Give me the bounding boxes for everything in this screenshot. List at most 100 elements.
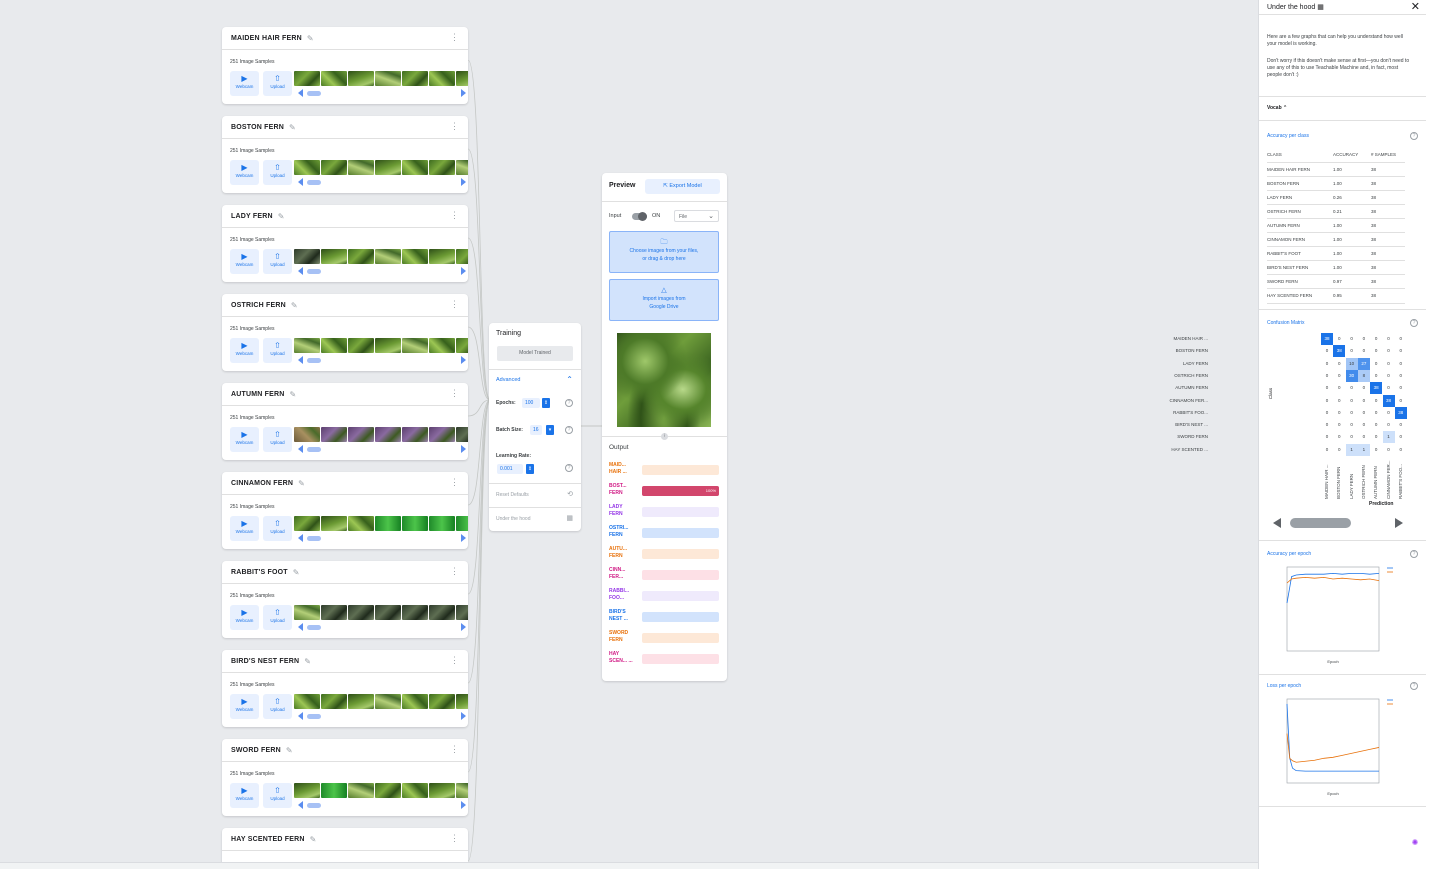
pencil-icon[interactable]: ✎ [289,123,296,132]
sample-thumbnail[interactable] [456,516,468,531]
advanced-toggle[interactable]: Advanced [496,377,520,383]
sample-thumbnail[interactable] [375,783,401,798]
sample-thumbnail[interactable] [321,694,347,709]
scroll-right-icon[interactable] [461,89,466,97]
scroll-thumb[interactable] [307,91,321,96]
pencil-icon[interactable]: ✎ [304,657,311,666]
webcam-button[interactable]: ▶ Webcam [230,427,259,452]
sample-thumbnail[interactable] [294,516,320,531]
sample-thumbnail[interactable] [321,783,347,798]
sample-thumbnail[interactable] [375,71,401,86]
upload-button[interactable]: ⇧ Upload [263,427,292,452]
chart-icon[interactable]: ▦ [566,514,573,522]
scroll-left-icon[interactable] [298,89,303,97]
sample-thumbnail[interactable] [402,694,428,709]
batch-size-select[interactable]: 16 [530,425,542,435]
webcam-button[interactable]: ▶ Webcam [230,338,259,363]
sample-thumbnail[interactable] [321,249,347,264]
thumbnail-scrollbar[interactable] [298,267,466,275]
export-model-button[interactable]: ⇱ Export Model [645,179,720,194]
help-icon[interactable]: ? [1410,132,1418,140]
scroll-left-icon[interactable] [1273,518,1281,528]
scroll-right-icon[interactable] [461,801,466,809]
under-the-hood-button[interactable]: Under the hood [496,516,530,522]
help-icon[interactable]: ? [565,464,573,472]
upload-button[interactable]: ⇧ Upload [263,338,292,363]
sample-thumbnail[interactable] [321,427,347,442]
scroll-thumb[interactable] [307,625,321,630]
scroll-thumb[interactable] [307,447,321,452]
sample-thumbnail[interactable] [402,605,428,620]
webcam-button[interactable]: ▶ Webcam [230,783,259,808]
chevron-down-icon[interactable]: ▾ [546,425,554,435]
pencil-icon[interactable]: ✎ [291,301,298,310]
sample-thumbnail[interactable] [321,516,347,531]
sample-thumbnail[interactable] [429,249,455,264]
sample-thumbnail[interactable] [402,427,428,442]
sample-thumbnail[interactable] [348,249,374,264]
more-vert-icon[interactable]: ⋮ [450,211,459,220]
upload-button[interactable]: ⇧ Upload [263,516,292,541]
class-name[interactable]: AUTUMN FERN [231,391,285,398]
help-icon[interactable]: ? [565,426,573,434]
thumbnail-scrollbar[interactable] [298,356,466,364]
scroll-left-icon[interactable] [298,178,303,186]
sample-thumbnail[interactable] [294,160,320,175]
more-vert-icon[interactable]: ⋮ [450,389,459,398]
scroll-right-icon[interactable] [461,356,466,364]
help-icon[interactable]: ? [1410,550,1418,558]
scroll-thumb[interactable] [307,714,321,719]
scroll-thumb[interactable] [307,358,321,363]
sample-thumbnail[interactable] [429,694,455,709]
upload-button[interactable]: ⇧ Upload [263,694,292,719]
class-name[interactable]: OSTRICH FERN [231,302,286,309]
scroll-left-icon[interactable] [298,801,303,809]
google-drive-import-button[interactable]: △ Import images from Google Drive [609,279,719,321]
thumbnail-scrollbar[interactable] [298,445,466,453]
sample-thumbnail[interactable] [348,160,374,175]
webcam-button[interactable]: ▶ Webcam [230,71,259,96]
sample-thumbnail[interactable] [348,71,374,86]
sample-thumbnail[interactable] [429,160,455,175]
sample-thumbnail[interactable] [348,516,374,531]
reset-defaults-button[interactable]: Reset Defaults [496,492,529,498]
sample-thumbnail[interactable] [375,338,401,353]
more-vert-icon[interactable]: ⋮ [450,122,459,131]
model-trained-button[interactable]: Model Trained [497,346,573,361]
sample-thumbnail[interactable] [456,694,468,709]
class-name[interactable]: LADY FERN [231,213,273,220]
pencil-icon[interactable]: ✎ [290,390,297,399]
thumbnail-scrollbar[interactable] [298,534,466,542]
more-vert-icon[interactable]: ⋮ [450,834,459,843]
pencil-icon[interactable]: ✎ [307,34,314,43]
sample-thumbnail[interactable] [456,783,468,798]
sample-thumbnail[interactable] [456,249,468,264]
input-source-select[interactable]: File ⌄ [674,210,719,222]
sample-thumbnail[interactable] [348,605,374,620]
scroll-left-icon[interactable] [298,445,303,453]
sample-thumbnail[interactable] [348,338,374,353]
sample-thumbnail[interactable] [429,71,455,86]
more-vert-icon[interactable]: ⋮ [450,478,459,487]
sample-thumbnail[interactable] [348,427,374,442]
sample-thumbnail[interactable] [294,249,320,264]
sample-thumbnail[interactable] [375,427,401,442]
sample-thumbnail[interactable] [294,783,320,798]
more-vert-icon[interactable]: ⋮ [450,745,459,754]
scroll-right-icon[interactable] [461,712,466,720]
sample-thumbnail[interactable] [375,249,401,264]
sample-thumbnail[interactable] [429,516,455,531]
sample-thumbnail[interactable] [402,71,428,86]
pencil-icon[interactable]: ✎ [293,568,300,577]
close-icon[interactable]: ✕ [1411,0,1420,13]
sample-thumbnail[interactable] [402,338,428,353]
thumbnail-scrollbar[interactable] [298,801,466,809]
sample-thumbnail[interactable] [375,694,401,709]
help-icon[interactable]: ? [565,399,573,407]
sample-thumbnail[interactable] [375,160,401,175]
upload-button[interactable]: ⇧ Upload [263,160,292,185]
class-name[interactable]: MAIDEN HAIR FERN [231,35,302,42]
webcam-button[interactable]: ▶ Webcam [230,605,259,630]
thumbnail-scrollbar[interactable] [298,623,466,631]
assistant-badge-icon[interactable]: ✺ [1410,838,1420,848]
